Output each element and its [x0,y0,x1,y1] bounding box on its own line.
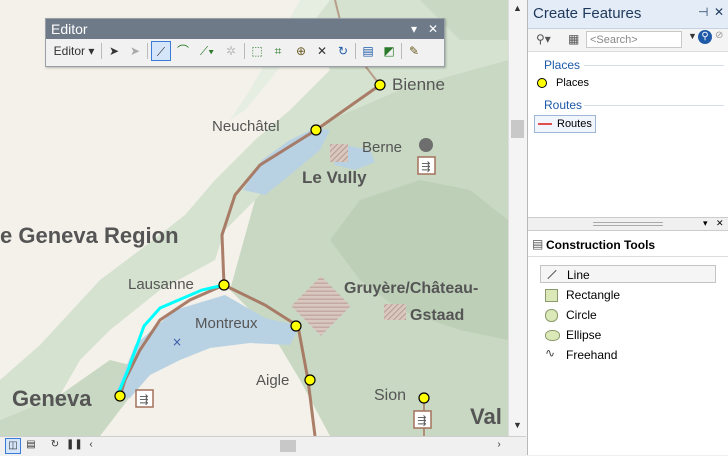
reshape-feature-icon[interactable]: ⌗ [269,41,287,61]
trace-tool-icon[interactable]: ⟋▾ [195,41,219,61]
sketch-properties-icon[interactable]: ◩ [380,41,398,61]
point-tool-icon[interactable]: ✲ [222,41,240,61]
layout-view-icon[interactable]: ▤ [24,438,38,452]
label-val: Val [470,404,502,429]
ellipse-icon [545,330,560,341]
collapse-icon[interactable]: ▾ [703,218,708,229]
rotate-tool-icon[interactable]: ↻ [334,41,352,61]
rectangle-icon [545,289,558,302]
panel-search-bar: ⚲▾ ▦ <Search> ▼ ⚲ ⊘ [528,29,728,52]
circle-icon [545,309,558,322]
tool-line-label: Line [567,268,590,282]
close-icon[interactable]: ✕ [716,218,724,229]
close-panel-icon[interactable]: ✕ [714,5,724,19]
clear-search-icon[interactable]: ⊘ [715,30,727,44]
group-routes: Routes [544,98,583,112]
editor-title-text: Editor [51,21,88,37]
editor-toolbar: Editor ▾ ✕ Editor ▾ ➤ ➤ ⟋ ⌒ ⟋▾ ✲ ⬚ ⌗ ⊕ ✕… [45,18,445,67]
label-montreux: Montreux [195,315,258,332]
refresh-icon[interactable]: ↻ [48,438,62,452]
panel-header: Create Features ⊣ ✕ [528,0,728,29]
cut-polygons-icon[interactable]: ⊕ [292,41,310,61]
tool-ellipse-label: Ellipse [566,328,602,342]
close-icon[interactable]: ✕ [428,19,438,39]
search-dropdown-icon[interactable]: ▼ [688,31,697,41]
pause-icon[interactable]: ❚❚ [66,438,83,452]
label-geneva: Geneva [12,386,92,411]
scroll-thumb[interactable] [511,120,524,138]
construction-tools-title: Construction Tools [546,238,656,252]
template-places[interactable]: Places [534,75,592,91]
label-region: e Geneva Region [0,223,179,248]
tool-freehand[interactable]: ∿ Freehand [540,346,716,364]
attributes-icon[interactable]: ▤ [359,41,377,61]
line-icon [547,269,557,280]
panel-splitter[interactable]: ▾ ✕ [528,217,728,231]
filter-icon[interactable]: ⚲▾ [536,32,551,46]
scroll-right-icon[interactable]: › [492,438,506,452]
label-gstaad: Gstaad [410,307,464,324]
edit-annotation-tool-icon[interactable]: ➤ [126,41,144,61]
tool-rectangle-label: Rectangle [566,288,621,302]
svg-text:⇶: ⇶ [421,160,430,173]
organize-templates-icon[interactable]: ▦ [568,32,579,46]
editor-toolbar-title[interactable]: Editor ▾ ✕ [46,19,444,39]
line-symbol-icon [538,123,552,125]
label-aigle: Aigle [256,372,289,389]
straight-segment-icon[interactable]: ⟋ [151,41,171,61]
svg-text:⇶: ⇶ [417,414,426,427]
tool-line[interactable]: Line [540,265,716,283]
map-vertical-scrollbar[interactable]: ▲ ▼ [508,0,527,436]
svg-text:⇶: ⇶ [139,393,148,406]
pin-icon[interactable]: ⊣ [698,5,708,19]
endpoint-arc-icon[interactable]: ⌒ [174,41,192,61]
label-lausanne: Lausanne [128,276,194,293]
horizontal-scroll-thumb[interactable] [280,440,296,452]
template-routes[interactable]: Routes [534,115,596,133]
label-bienne: Bienne [392,75,445,94]
construction-tools-icon: ▤ [532,237,544,251]
freehand-icon: ∿ [545,346,556,360]
hatched-area [330,144,348,162]
scroll-up-icon[interactable]: ▲ [513,3,522,13]
search-input[interactable]: <Search> [586,31,682,48]
label-neuchatel: Neuchâtel [212,118,280,135]
city-dot [419,138,433,152]
scroll-down-icon[interactable]: ▼ [513,420,522,430]
search-icon[interactable]: ⚲ [698,30,712,44]
panel-title: Create Features [533,5,642,22]
point-symbol-icon [537,78,547,88]
label-berne: Berne [362,139,402,156]
edit-vertices-icon[interactable]: ⬚ [248,41,266,61]
tool-freehand-label: Freehand [566,348,618,362]
hatched-area [384,304,406,320]
map-bottom-bar: ◫ ▤ ↻ ❚❚ ‹ › [0,436,526,456]
label-le-vully: Le Vully [302,168,367,187]
label-gruyere: Gruyère/Château- [344,280,478,297]
editor-menu-button[interactable]: Editor ▾ [51,41,97,61]
split-tool-icon[interactable]: ✕ [313,41,331,61]
create-features-icon[interactable]: ✎ [405,41,423,61]
label-sion: Sion [374,387,406,404]
group-places: Places [544,58,581,72]
scroll-left-icon[interactable]: ‹ [84,438,98,452]
template-places-label: Places [556,77,590,89]
construction-tools-header: ▤ Construction Tools [528,232,728,257]
template-list: Places Places Routes Routes [528,52,728,217]
tool-rectangle[interactable]: Rectangle [540,286,716,304]
vertex-marker: × [172,335,182,349]
tool-circle-label: Circle [566,308,597,322]
toolbar-options-icon[interactable]: ▾ [411,19,417,39]
create-features-panel: Create Features ⊣ ✕ ⚲▾ ▦ <Search> ▼ ⚲ ⊘ … [527,0,728,455]
edit-tool-icon[interactable]: ➤ [105,41,123,61]
tool-circle[interactable]: Circle [540,306,716,324]
data-view-icon[interactable]: ◫ [5,438,21,454]
tool-ellipse[interactable]: Ellipse [540,326,716,344]
template-routes-label: Routes [557,118,592,130]
